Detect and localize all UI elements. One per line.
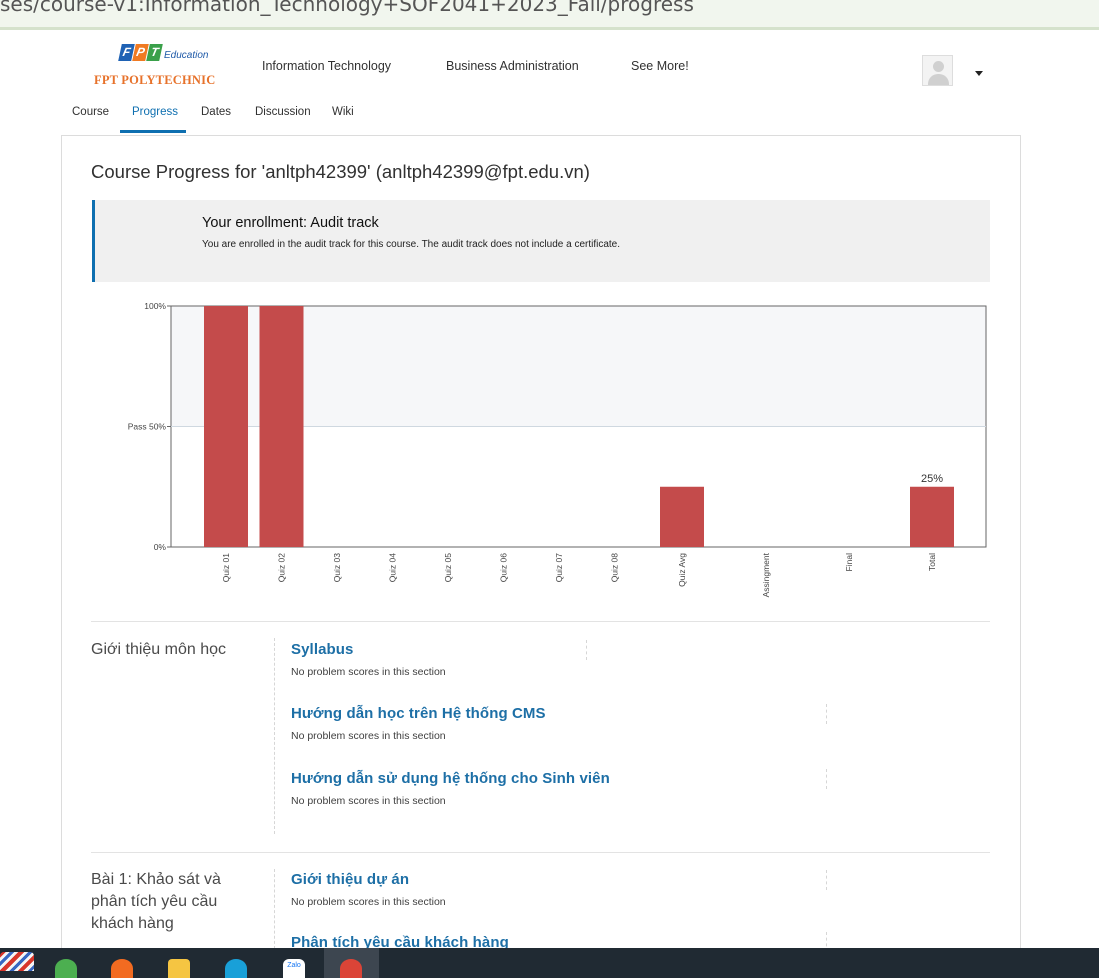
logo-name: FPT POLYTECHNIC — [94, 73, 216, 87]
chart-x-tick-label: Assingment — [761, 552, 771, 597]
tab-wiki[interactable]: Wiki — [332, 106, 354, 118]
subsection-note: No problem scores in this section — [291, 795, 446, 807]
chapter-separator — [274, 869, 275, 949]
chart-data-label: 25% — [921, 473, 943, 485]
chart-x-tick-label: Quiz 05 — [443, 553, 453, 583]
subsection: Giới thiệu dự án No problem scores in th… — [291, 871, 446, 908]
os-taskbar: Zalo — [0, 948, 1099, 978]
tab-discussion[interactable]: Discussion — [255, 106, 311, 118]
edge-icon[interactable] — [225, 959, 247, 978]
address-bar-url[interactable]: ses/course-v1:Information_Technology+SOF… — [0, 0, 694, 16]
subsection-divider — [826, 769, 827, 789]
avatar-head — [933, 61, 944, 72]
active-tab-indicator — [120, 130, 186, 133]
chart-bar — [660, 486, 704, 547]
app-icon[interactable] — [55, 959, 77, 978]
chart-x-tick-label: Quiz 03 — [332, 553, 342, 583]
tab-course[interactable]: Course — [72, 106, 109, 118]
section-divider — [91, 621, 990, 622]
start-menu-icon[interactable] — [0, 952, 34, 971]
chapter-separator — [274, 638, 275, 834]
subsection-note: No problem scores in this section — [291, 666, 446, 678]
subsection-note: No problem scores in this section — [291, 896, 446, 908]
subsection-link[interactable]: Hướng dẫn sử dụng hệ thống cho Sinh viên — [291, 770, 610, 787]
subsection-link[interactable]: Giới thiệu dự án — [291, 871, 446, 888]
chart-x-tick-label: Quiz 06 — [499, 553, 509, 583]
logo-education-text: Education — [164, 50, 209, 61]
nav-see-more[interactable]: See More! — [631, 59, 689, 73]
tab-progress[interactable]: Progress — [132, 106, 178, 118]
nav-information-technology[interactable]: Information Technology — [262, 59, 391, 73]
subsection: Syllabus No problem scores in this secti… — [291, 641, 446, 678]
avatar-body — [928, 74, 949, 85]
enrollment-text: You are enrolled in the audit track for … — [202, 239, 621, 250]
logo-letter-t: T — [146, 44, 163, 61]
chart-x-tick-label: Quiz 07 — [554, 553, 564, 583]
subsection: Hướng dẫn sử dụng hệ thống cho Sinh viên… — [291, 770, 610, 807]
tab-dates[interactable]: Dates — [201, 106, 231, 118]
chart-y-tick-label: 100% — [144, 301, 166, 311]
chart-bar — [204, 306, 248, 547]
enrollment-heading: Your enrollment: Audit track — [202, 215, 379, 231]
chart-x-tick-label: Quiz Avg — [677, 553, 687, 587]
progress-chart: 100% Pass 50% 0% Quiz 01 Quiz 02 Quiz 03 Quiz … — [128, 301, 987, 597]
nav-business-administration[interactable]: Business Administration — [446, 59, 579, 73]
subsection-note: No problem scores in this section — [291, 730, 446, 742]
address-bar[interactable]: ses/course-v1:Information_Technology+SOF… — [0, 0, 1099, 30]
subsection-link[interactable]: Syllabus — [291, 641, 446, 658]
chapter-title: Giới thiệu môn học — [91, 641, 226, 658]
subsection-divider — [826, 870, 827, 890]
fpt-polytechnic-logo[interactable]: F P T Education FPT POLYTECHNIC — [94, 42, 224, 90]
chart-x-tick-label: Quiz 08 — [610, 553, 620, 583]
chart-bar — [259, 306, 304, 547]
file-explorer-icon[interactable] — [168, 959, 190, 978]
chart-y-tick-label: Pass 50% — [128, 422, 167, 432]
subsection-link[interactable]: Hướng dẫn học trên Hệ thống CMS — [291, 705, 546, 722]
chart-x-tick-label: Quiz 01 — [221, 553, 231, 583]
user-menu-caret-icon[interactable] — [975, 71, 983, 76]
chart-x-tick-label: Total — [927, 553, 937, 571]
firefox-icon[interactable] — [111, 959, 133, 978]
page-title: Course Progress for 'anltph42399' (anltp… — [91, 161, 590, 182]
user-avatar[interactable] — [922, 55, 953, 86]
zalo-icon[interactable]: Zalo — [283, 959, 305, 978]
section-divider — [91, 852, 990, 853]
subsection: Hướng dẫn học trên Hệ thống CMS No probl… — [291, 705, 546, 742]
chapter-title: Bài 1: Khảo sát và phân tích yêu cầu khá… — [91, 871, 221, 932]
chart-y-tick-label: 0% — [154, 542, 167, 552]
subsection-divider — [586, 640, 587, 660]
chrome-icon[interactable] — [340, 959, 362, 978]
chart-bar — [910, 486, 954, 547]
fpt-letters: F P T — [118, 44, 163, 61]
chart-x-tick-label: Final — [844, 553, 854, 572]
enrollment-banner: Your enrollment: Audit track You are enr… — [92, 200, 990, 282]
chart-x-tick-label: Quiz 02 — [277, 553, 287, 583]
subsection-divider — [826, 704, 827, 724]
chart-x-tick-label: Quiz 04 — [388, 553, 398, 583]
